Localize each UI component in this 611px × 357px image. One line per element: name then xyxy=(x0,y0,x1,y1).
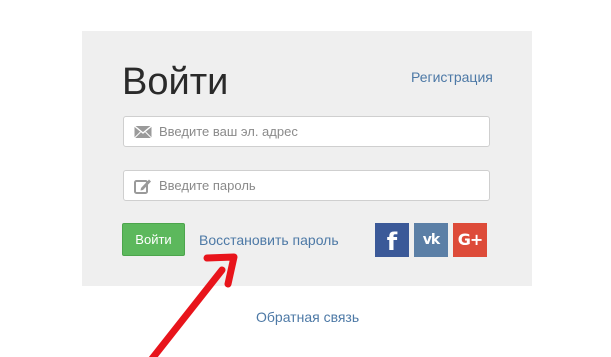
register-link[interactable]: Регистрация xyxy=(411,69,493,86)
google-plus-login-button[interactable]: G+ xyxy=(453,223,487,257)
password-field[interactable] xyxy=(123,170,490,201)
facebook-login-button[interactable]: f xyxy=(375,223,409,257)
facebook-icon: f xyxy=(386,227,398,256)
login-button[interactable]: Войти xyxy=(122,223,185,256)
pencil-icon xyxy=(134,178,152,194)
google-plus-icon: G+ xyxy=(457,230,484,249)
vk-login-button[interactable]: vk xyxy=(414,223,448,257)
envelope-icon xyxy=(134,124,152,140)
password-input[interactable] xyxy=(159,171,479,200)
email-input[interactable] xyxy=(159,117,479,146)
email-field[interactable] xyxy=(123,116,490,147)
page-title: Войти xyxy=(122,61,229,103)
vk-icon: vk xyxy=(422,232,440,248)
feedback-link[interactable]: Обратная связь xyxy=(256,309,359,326)
restore-password-link[interactable]: Восстановить пароль xyxy=(199,232,339,249)
